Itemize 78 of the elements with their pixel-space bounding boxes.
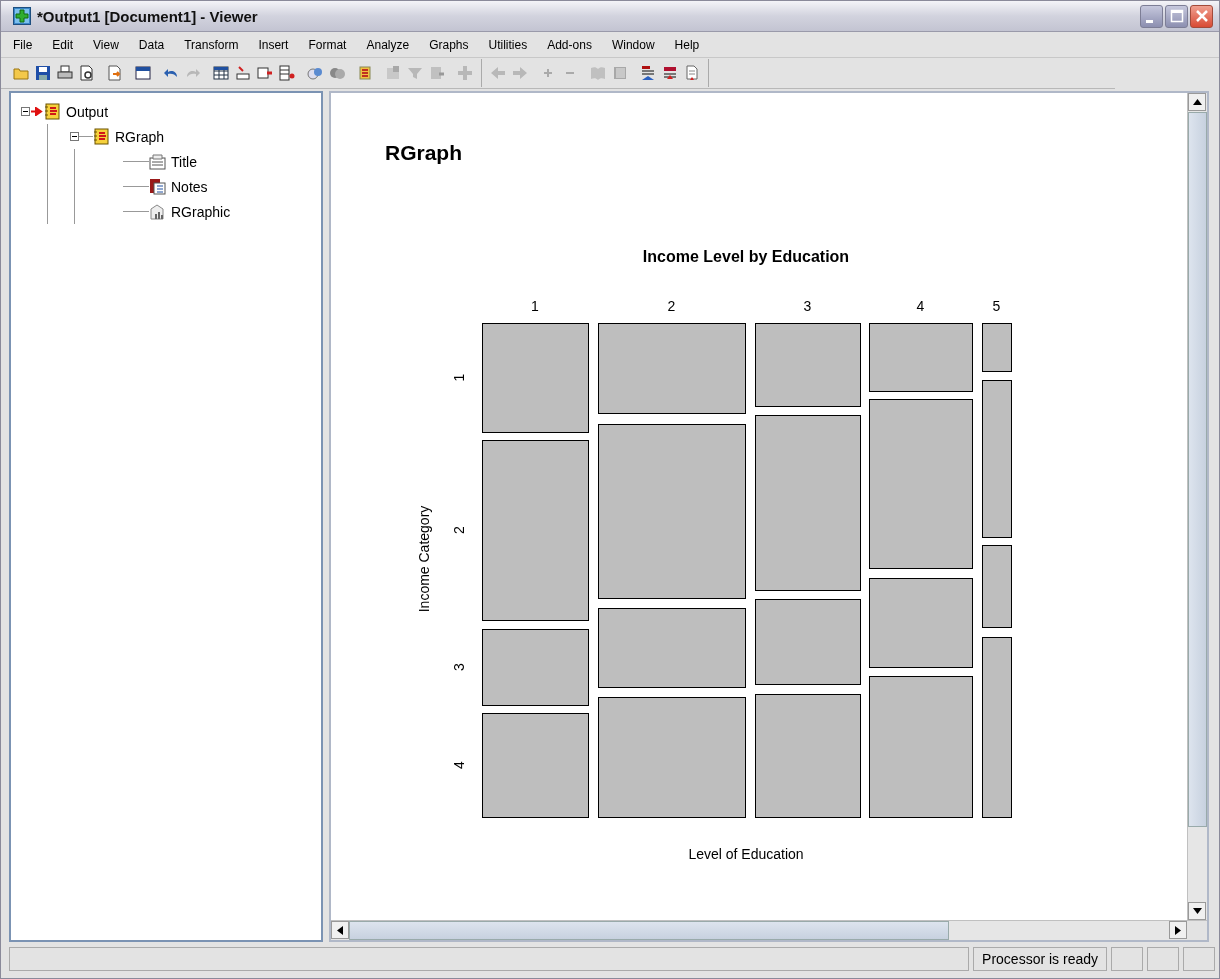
export-icon[interactable] [107,65,123,81]
scroll-thumb[interactable] [349,921,949,940]
axis-label: 3 [803,298,812,314]
outline-item[interactable]: Notes [169,178,210,195]
menu-item[interactable]: Graphs [423,35,477,54]
axis-title: Income Category [416,505,432,613]
scroll-right-button[interactable] [1169,921,1187,939]
axis-label: 3 [451,663,467,671]
printer-icon[interactable] [57,65,73,81]
menu-item[interactable]: Utilities [482,35,536,54]
status-panel [1183,947,1215,971]
maximize-icon [1169,9,1184,23]
chart-icon [149,203,166,220]
table-icon[interactable] [279,65,295,81]
document-icon[interactable] [429,65,445,81]
folder-icon[interactable] [13,65,29,81]
close-button[interactable] [1190,4,1213,28]
title-icon [149,153,166,170]
axis-label: 4 [451,761,467,769]
scroll-down-button[interactable] [1188,902,1206,920]
menu-item[interactable]: Data [132,35,173,54]
axis-label: 1 [451,373,467,382]
vertical-scrollbar[interactable] [1187,93,1207,920]
down-arrow-icon [1192,908,1202,914]
app-icon [13,7,31,25]
menu-item[interactable]: Transform [178,35,247,54]
status-panel [1147,947,1179,971]
menu-item[interactable]: Edit [46,35,82,54]
horizontal-scrollbar[interactable] [331,920,1207,940]
plot-title: Income Level by Education [642,248,850,265]
arrow-icon [31,107,43,116]
circle-icon[interactable] [307,65,323,81]
axis-label: 4 [916,298,925,314]
axis-title: Level of Education [688,846,804,862]
maximize-button[interactable] [1165,4,1188,28]
layers-icon[interactable] [640,65,656,81]
menu-item[interactable]: Format [302,35,355,54]
axis-label: 5 [992,298,1001,314]
up-arrow-icon [1192,99,1202,105]
minimize-icon [1146,19,1153,23]
circles-icon[interactable] [329,65,345,81]
outline-item[interactable]: Title [169,153,199,170]
close-icon [1194,9,1209,23]
scroll-up-button[interactable] [1188,93,1206,111]
mosaic-tile [982,323,1012,372]
axis-label: 2 [667,298,676,314]
status-panel [1111,947,1143,971]
outline-item[interactable]: RGraphic [169,203,233,220]
scroll-left-button[interactable] [331,921,349,939]
save-icon[interactable] [35,65,51,81]
stack-icon[interactable] [357,65,373,81]
preview-icon[interactable] [79,65,95,81]
output-heading: RGraph [385,141,463,166]
menu-item[interactable]: View [87,35,127,54]
menu-item[interactable]: Insert [252,35,297,54]
table-icon[interactable] [213,65,229,81]
right-arrow-icon [1175,925,1181,935]
scroll-thumb[interactable] [1188,112,1207,827]
layers-icon[interactable] [662,65,678,81]
axis-label: 2 [451,526,467,534]
document-icon[interactable] [684,65,700,81]
outline-item[interactable]: Output [64,103,111,120]
window-title: *Output1 [Document1] - Viewer [37,7,259,25]
minimize-button[interactable] [1140,4,1163,28]
menu-item[interactable]: Help [668,35,708,54]
menu-item[interactable]: Add-ons [541,35,600,54]
menu-item[interactable]: File [7,35,41,54]
left-arrow-icon [337,925,343,935]
status-message: Processor is ready [973,947,1107,971]
menu-item[interactable]: Analyze [360,35,418,54]
outline-item[interactable]: RGraph [113,128,167,145]
notes-icon [149,178,166,195]
collapse-toggle[interactable] [21,107,30,116]
menu-item[interactable]: Window [605,35,663,54]
axis-label: 1 [531,298,539,314]
collapse-toggle[interactable] [70,132,79,141]
columns-icon[interactable] [257,65,273,81]
window-icon[interactable] [135,65,151,81]
